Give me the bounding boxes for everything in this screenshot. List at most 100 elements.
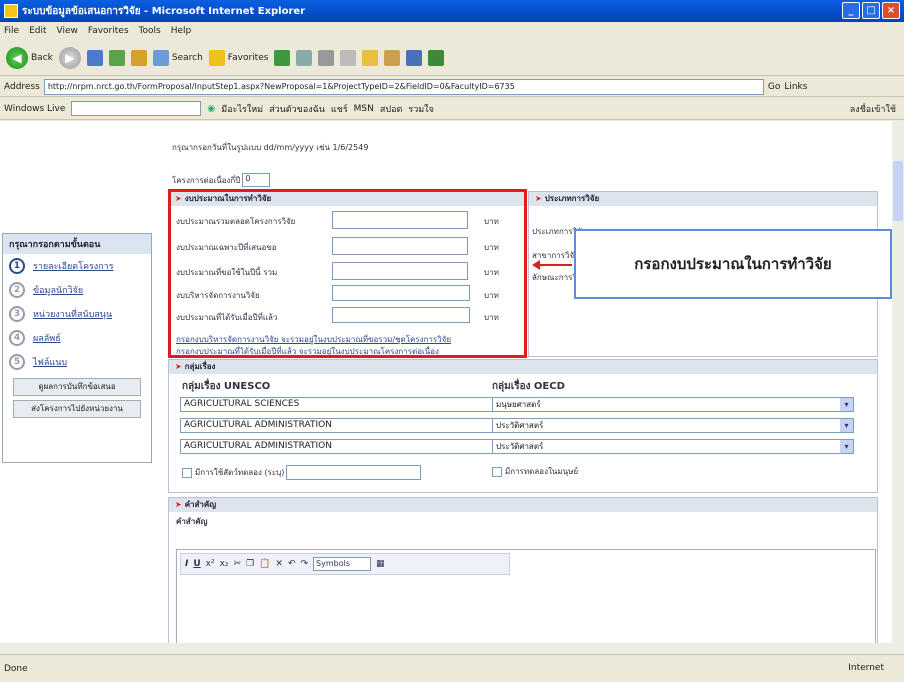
oecd-select-2[interactable]: ประวัติศาสตร์ xyxy=(492,418,854,433)
callout-box: กรอกงบประมาณในการทำวิจัย xyxy=(574,229,892,299)
step-2-link[interactable]: ข้อมูลนักวิจัย xyxy=(33,283,83,297)
ie-icon xyxy=(4,4,18,18)
back-button[interactable]: ◀ Back xyxy=(6,46,53,69)
live-search-icon[interactable]: ◉ xyxy=(207,104,215,114)
step-1[interactable]: 1 รายละเอียดโครงการ xyxy=(3,254,151,278)
sidebar-header: กรุณากรอกตามขั้นตอน xyxy=(3,234,151,254)
live-item-0[interactable]: มีอะไรใหม่ xyxy=(221,102,263,116)
scroll-thumb[interactable] xyxy=(893,161,903,221)
live-item-2[interactable]: แชร์ xyxy=(331,102,348,116)
minimize-button[interactable]: _ xyxy=(842,2,860,19)
view-proposal-button[interactable]: ดูผลการบันทึกข้อเสนอ xyxy=(13,378,141,396)
animal-input[interactable] xyxy=(286,465,422,480)
sign-in-link[interactable]: ลงชื่อเข้าใช้ xyxy=(850,102,896,116)
live-search-input[interactable] xyxy=(71,101,202,116)
oecd-select-1[interactable]: มนุษยศาสตร์ xyxy=(492,397,854,412)
horizontal-scrollbar[interactable] xyxy=(0,643,892,654)
window-titlebar: ระบบข้อมูลข้อเสนอการวิจัย - Microsoft In… xyxy=(0,0,904,22)
windows-live-label: Windows Live xyxy=(4,103,66,114)
history-icon[interactable] xyxy=(274,49,291,66)
vertical-scrollbar[interactable] xyxy=(892,121,904,654)
copy-icon[interactable]: ❐ xyxy=(246,559,254,569)
menu-bar: File Edit View Favorites Tools Help xyxy=(0,22,904,40)
step-3[interactable]: 3 หน่วยงานที่สนับสนุน xyxy=(3,302,151,326)
research-icon[interactable] xyxy=(384,49,401,66)
unesco-select-1[interactable]: AGRICULTURAL SCIENCES xyxy=(180,397,510,412)
windows-live-bar: Windows Live ◉ มีอะไรใหม่ ส่วนตัวของฉัน … xyxy=(0,98,904,120)
table-icon[interactable]: ▦ xyxy=(376,559,385,569)
links-label[interactable]: Links xyxy=(784,82,807,92)
human-label: มีการทดลองในมนุษย์ xyxy=(505,467,579,476)
close-button[interactable]: × xyxy=(882,2,900,19)
tool-icon[interactable] xyxy=(428,49,445,66)
subscript-button[interactable]: x₂ xyxy=(220,559,229,569)
back-arrow-icon: ◀ xyxy=(6,46,28,69)
menu-favorites[interactable]: Favorites xyxy=(88,26,129,36)
step-4-link[interactable]: ผลลัพธ์ xyxy=(33,331,61,345)
research-type-title: ประเภทการวิจัย xyxy=(529,192,877,206)
callout-arrow xyxy=(538,264,572,266)
menu-tools[interactable]: Tools xyxy=(139,26,161,36)
step-5[interactable]: 5 ไฟล์แนบ xyxy=(3,350,151,374)
italic-button[interactable]: I xyxy=(185,559,188,569)
step-1-link[interactable]: รายละเอียดโครงการ xyxy=(33,259,114,273)
step-4[interactable]: 4 ผลลัพธ์ xyxy=(3,326,151,350)
editor-toolbar: I U x² x₂ ✂ ❐ 📋 ✕ ↶ ↷ Symbols ▦ xyxy=(180,553,510,575)
favorites-button[interactable]: Favorites xyxy=(208,49,268,66)
forward-button[interactable]: ▶ xyxy=(58,46,81,69)
cut-icon[interactable]: ✂ xyxy=(234,559,242,569)
date-note: กรุณากรอกวันที่ในรูปแบบ dd/mm/yyyy เช่น … xyxy=(172,143,369,152)
menu-help[interactable]: Help xyxy=(171,26,192,36)
address-input[interactable]: http://nrpm.nrct.go.th/FormProposal/Inpu… xyxy=(43,78,764,95)
print-icon[interactable] xyxy=(318,49,335,66)
unesco-select-3[interactable]: AGRICULTURAL ADMINISTRATION xyxy=(180,439,510,454)
edit-icon[interactable] xyxy=(340,49,357,66)
live-item-5[interactable]: รวมใจ xyxy=(408,102,434,116)
oecd-select-3[interactable]: ประวัติศาสตร์ xyxy=(492,439,854,454)
undo-icon[interactable]: ↶ xyxy=(288,559,296,569)
folder-icon[interactable] xyxy=(362,49,379,66)
years-row: โครงการต่อเนื่องกี่ปี 0 xyxy=(172,173,271,187)
step-5-link[interactable]: ไฟล์แนบ xyxy=(33,355,67,369)
maximize-button[interactable]: □ xyxy=(862,2,880,19)
stop-icon[interactable] xyxy=(86,49,103,66)
status-bar: Done Internet xyxy=(0,654,904,682)
menu-edit[interactable]: Edit xyxy=(29,26,46,36)
send-proposal-button[interactable]: ส่งโครงการไปยังหน่วยงาน xyxy=(13,400,141,418)
browser-toolbar: ◀ Back ▶ Search Favorites xyxy=(0,40,904,76)
go-button[interactable]: Go xyxy=(768,82,780,92)
years-label: โครงการต่อเนื่องกี่ปี xyxy=(172,175,241,185)
keyword-label: คำสำคัญ xyxy=(176,517,208,526)
symbol-select[interactable]: Symbols xyxy=(313,557,372,571)
live-item-3[interactable]: MSN xyxy=(354,104,374,114)
redo-icon[interactable]: ↷ xyxy=(300,559,308,569)
human-checkbox[interactable] xyxy=(492,466,502,477)
step-3-link[interactable]: หน่วยงานที่สนับสนุน xyxy=(33,307,112,321)
oecd-label: กลุ่มเรื่อง OECD xyxy=(492,381,565,392)
paste-icon[interactable]: 📋 xyxy=(259,559,270,569)
menu-view[interactable]: View xyxy=(57,26,78,36)
step-2[interactable]: 2 ข้อมูลนักวิจัย xyxy=(3,278,151,302)
star-icon xyxy=(208,49,225,66)
human-row: มีการทดลองในมนุษย์ xyxy=(492,465,578,478)
animal-row: มีการใช้สัตว์ทดลอง (ระบุ) xyxy=(182,465,422,480)
address-label: Address xyxy=(4,81,40,92)
superscript-button[interactable]: x² xyxy=(206,559,215,569)
callout-arrowhead xyxy=(532,260,540,270)
messenger-icon[interactable] xyxy=(406,49,423,66)
search-button[interactable]: Search xyxy=(152,49,203,66)
years-input[interactable]: 0 xyxy=(242,173,271,187)
delete-icon[interactable]: ✕ xyxy=(275,559,283,569)
unesco-select-2[interactable]: AGRICULTURAL ADMINISTRATION xyxy=(180,418,510,433)
live-item-1[interactable]: ส่วนตัวของฉัน xyxy=(269,102,325,116)
underline-button[interactable]: U xyxy=(193,559,200,569)
menu-file[interactable]: File xyxy=(4,26,19,36)
refresh-icon[interactable] xyxy=(108,49,125,66)
live-item-4[interactable]: สปอต xyxy=(380,102,402,116)
mail-icon[interactable] xyxy=(296,49,313,66)
zone-label: Internet xyxy=(848,663,884,673)
animal-checkbox[interactable] xyxy=(182,467,192,478)
search-icon xyxy=(152,49,169,66)
step-sidebar: กรุณากรอกตามขั้นตอน 1 รายละเอียดโครงการ 2… xyxy=(2,233,152,463)
home-icon[interactable] xyxy=(130,49,147,66)
